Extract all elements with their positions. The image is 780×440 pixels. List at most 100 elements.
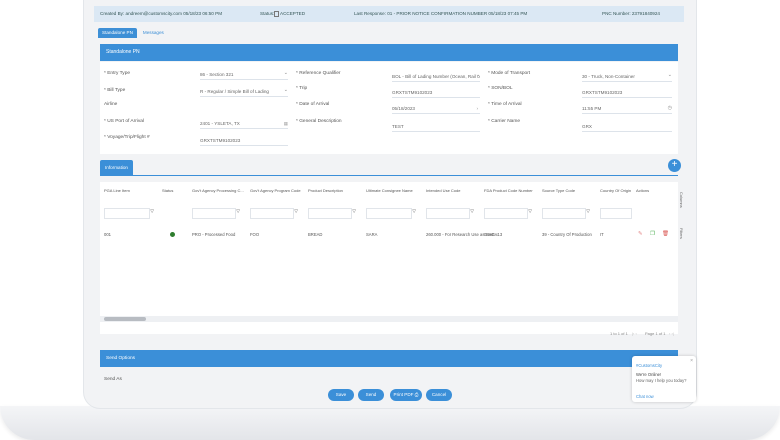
delete-icon[interactable]: 🗑 (662, 231, 669, 237)
trip-input[interactable]: GRXTSTM9102023 (392, 88, 480, 98)
column-header: Actions (636, 188, 650, 193)
carrier-name-input[interactable]: GRX (582, 122, 672, 132)
line-item-cell: 001 (104, 232, 111, 237)
reference-qualifier-select[interactable]: BOL - Bill of Lading Number (Ocean, Rail… (392, 72, 480, 82)
tab-information[interactable]: Information (100, 160, 133, 176)
record-info-bar: Created By: andreem@customscity.com 05/1… (94, 6, 684, 22)
column-header[interactable]: Status (162, 188, 173, 193)
airline-label: Airline (104, 102, 118, 107)
cancel-button[interactable]: Cancel (426, 389, 452, 401)
tab-messages[interactable]: Messages (139, 28, 168, 38)
column-header[interactable]: Intended Use Code (426, 188, 460, 193)
filter-icon[interactable]: ⛛ (150, 209, 154, 215)
general-description-input[interactable]: TEST (392, 122, 480, 132)
edit-icon[interactable]: ✎ (638, 231, 643, 237)
entry-type-label: * Entry Type (104, 71, 131, 76)
column-header[interactable]: Gov't Agency Processing C... (192, 188, 244, 193)
print-pdf-button[interactable]: Print PDF ⎙ (390, 389, 422, 401)
pager-range: 1 to 1 of 1 (610, 331, 628, 336)
chat-help-text: How may I help you today? (636, 378, 687, 383)
date-of-arrival-label: * Date of Arrival (296, 102, 330, 107)
first-page-icon[interactable]: |‹ ‹ (632, 331, 637, 336)
next-page-icon[interactable]: › ›| (669, 331, 674, 336)
pager-page: Page 1 of 1 (645, 331, 666, 336)
filter-icon[interactable]: ⛛ (294, 209, 298, 215)
filter-icon[interactable]: ⛛ (586, 209, 590, 215)
date-of-arrival-input[interactable]: 05/18/2023 › (392, 104, 480, 114)
add-line-button[interactable]: + (668, 159, 681, 172)
son-bol-input[interactable]: GRXTSTM9102023 (582, 88, 672, 98)
filter-input[interactable] (484, 208, 528, 219)
filter-input[interactable] (366, 208, 412, 219)
column-header[interactable]: PGA Line Item (104, 188, 130, 193)
voyage-label: * Voyage/Trip/Flight # (104, 135, 150, 140)
standalone-pn-panel: Standalone PN (100, 44, 678, 61)
pdf-icon: ⎙ (414, 392, 419, 397)
country-cell: IT (600, 232, 604, 237)
filter-input[interactable] (308, 208, 352, 219)
son-bol-label: * SON/BOL (488, 86, 513, 91)
column-header[interactable]: Country Of Origin (600, 188, 631, 193)
filter-input[interactable] (104, 208, 150, 219)
pga-line-grid: PGA Line Item Status Gov't Agency Proces… (100, 182, 684, 334)
last-response-text: Last Response: 01 - PRIOR NOTICE CONFIRM… (354, 11, 528, 16)
send-button[interactable]: Send (358, 389, 384, 401)
processing-cell: PRO - Processed Food (192, 232, 236, 237)
time-of-arrival-input[interactable]: 11:55 PM (582, 104, 672, 114)
source-type-cell: 39 - Country Of Production (542, 232, 592, 237)
chat-now-link[interactable]: Chat now (636, 394, 654, 399)
column-header[interactable]: FDA Product Code Number (484, 188, 533, 193)
send-options-header[interactable]: Send Options (100, 350, 678, 367)
close-icon[interactable]: × (690, 358, 693, 364)
status-ok-icon (170, 232, 175, 237)
description-cell: BREAD (308, 232, 323, 237)
filter-input[interactable] (600, 208, 632, 219)
plus-icon: + (671, 159, 678, 170)
bill-type-select[interactable]: R - Regular / Simple Bill of Lading (200, 86, 288, 97)
mode-of-transport-select[interactable]: 30 - Truck, Non-Container (582, 71, 672, 82)
us-port-input[interactable]: 2401 - YSLETA, TX (200, 119, 288, 129)
voyage-input[interactable]: GRXTSTM9102023 (200, 136, 288, 146)
laptop-base (0, 406, 780, 440)
entry-type-select[interactable]: 86 - Section 321 (200, 69, 288, 80)
time-of-arrival-label: * Time of Arrival (488, 102, 522, 107)
column-header[interactable]: Gov't Agency Program Code (250, 188, 301, 193)
program-cell: FOO (250, 232, 260, 237)
filter-input[interactable] (426, 208, 470, 219)
columns-side-tab[interactable]: Columns (679, 192, 684, 208)
chat-widget[interactable]: × #CustomsCity We're Online! How may I h… (632, 356, 696, 402)
filter-icon[interactable]: ⛛ (528, 209, 532, 215)
chat-title: #CustomsCity (636, 363, 663, 368)
fda-code-cell: 03ACH13 (484, 232, 503, 237)
filter-input[interactable] (542, 208, 586, 219)
tab-standalone-pn[interactable]: Standalone PN (98, 28, 137, 38)
entry-form: * Entry Type 86 - Section 321 * Bill Typ… (100, 62, 678, 154)
trip-label: * Trip (296, 86, 308, 91)
copy-icon[interactable]: ❐ (650, 231, 655, 237)
bill-type-label: * Bill Type (104, 88, 126, 93)
carrier-name-label: * Carrier Name (488, 119, 520, 124)
filter-input[interactable] (192, 208, 236, 219)
mode-of-transport-label: * Mode of Transport (488, 71, 531, 76)
column-header[interactable]: Source Type Code (542, 188, 575, 193)
status-checkbox-icon (274, 11, 279, 17)
divider (100, 175, 678, 176)
column-header[interactable]: Ultimate Consignee Name (366, 188, 413, 193)
save-button[interactable]: Save (328, 389, 354, 401)
filter-icon[interactable]: ⛛ (352, 209, 356, 215)
us-port-label: * US Port of Arrival (104, 119, 144, 124)
column-header[interactable]: Product Description (308, 188, 343, 193)
tab-bar: Standalone PN Messages (98, 28, 168, 38)
consignee-cell: SARA (366, 232, 378, 237)
filter-input[interactable] (250, 208, 294, 219)
send-as-label: Send As (104, 377, 122, 382)
horizontal-scrollbar[interactable] (100, 316, 678, 322)
status-value: ACCEPTED (280, 11, 306, 16)
filter-icon[interactable]: ⛛ (412, 209, 416, 215)
scrollbar-thumb[interactable] (104, 317, 146, 321)
created-by-text: Created By: andreem@customscity.com 05/1… (100, 11, 223, 16)
filters-side-tab[interactable]: Filters (679, 228, 684, 239)
filter-icon[interactable]: ⛛ (470, 209, 474, 215)
panel-title: Standalone PN (100, 44, 678, 61)
filter-icon[interactable]: ⛛ (236, 209, 240, 215)
